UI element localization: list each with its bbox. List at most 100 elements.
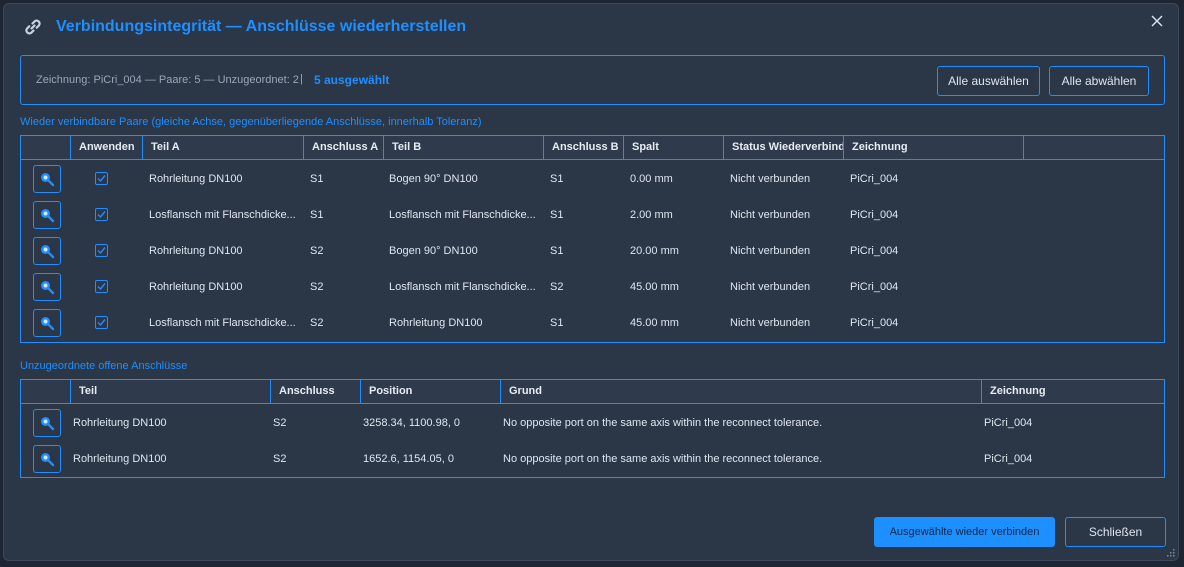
summary-separator: | <box>300 73 303 85</box>
link-icon <box>23 17 43 37</box>
zoom-to-button[interactable] <box>33 273 61 301</box>
column-header-part-a[interactable]: Teil A <box>143 136 304 159</box>
drawing-cell: PiCri_004 <box>850 173 899 185</box>
part-a-cell: Losflansch mit Flanschdicke... <box>149 317 296 329</box>
drawing-cell: PiCri_004 <box>984 453 1033 465</box>
table-row[interactable]: Rohrleitung DN100 S2 Bogen 90° DN100 S1 … <box>21 233 1164 269</box>
zoom-to-button[interactable] <box>33 309 61 337</box>
orphans-section-label: Unzugeordnete offene Anschlüsse <box>20 360 188 372</box>
column-header-apply[interactable]: Anwenden <box>71 136 143 159</box>
close-dialog-button[interactable]: Schließen <box>1065 517 1166 547</box>
port-b-cell: S2 <box>550 281 564 293</box>
port-a-cell: S2 <box>310 281 324 293</box>
checkmark-icon <box>97 319 106 327</box>
column-header-part-b[interactable]: Teil B <box>384 136 544 159</box>
zoom-icon <box>41 453 55 467</box>
checkmark-icon <box>97 247 106 255</box>
table-row[interactable]: Rohrleitung DN100 S1 Bogen 90° DN100 S1 … <box>21 161 1164 197</box>
drawing-cell: PiCri_004 <box>850 317 899 329</box>
apply-checkbox[interactable] <box>95 316 108 329</box>
zoom-to-button[interactable] <box>33 237 61 265</box>
part-a-cell: Rohrleitung DN100 <box>149 173 243 185</box>
column-header-part[interactable]: Teil <box>71 380 271 403</box>
apply-checkbox[interactable] <box>95 208 108 221</box>
drawing-cell: PiCri_004 <box>850 245 899 257</box>
table-row[interactable]: Losflansch mit Flanschdicke... S2 Rohrle… <box>21 305 1164 341</box>
table-row[interactable]: Rohrleitung DN100 S2 3258.34, 1100.98, 0… <box>21 405 1164 441</box>
column-header-status[interactable]: Status Wiederverbindung <box>724 136 844 159</box>
zoom-icon <box>41 317 55 331</box>
part-a-cell: Rohrleitung DN100 <box>149 245 243 257</box>
orphans-table: Teil Anschluss Position Grund Zeichnung … <box>20 379 1165 478</box>
part-cell: Rohrleitung DN100 <box>73 417 167 429</box>
zoom-to-button[interactable] <box>33 445 61 473</box>
apply-checkbox[interactable] <box>95 172 108 185</box>
reason-cell: No opposite port on the same axis within… <box>503 453 823 465</box>
resize-grip-icon[interactable] <box>1165 547 1175 557</box>
reconnect-selected-button[interactable]: Ausgewählte wieder verbinden <box>874 517 1055 547</box>
zoom-to-button[interactable] <box>33 201 61 229</box>
port-b-cell: S1 <box>550 245 564 257</box>
zoom-to-button[interactable] <box>33 165 61 193</box>
part-b-cell: Losflansch mit Flanschdicke... <box>389 209 536 221</box>
select-all-button[interactable]: Alle auswählen <box>937 66 1040 96</box>
reason-cell: No opposite port on the same axis within… <box>503 417 823 429</box>
summary-panel: Zeichnung: PiCri_004 — Paare: 5 — Unzuge… <box>20 55 1165 105</box>
part-cell: Rohrleitung DN100 <box>73 453 167 465</box>
status-cell: Nicht verbunden <box>730 209 811 221</box>
column-header-position[interactable]: Position <box>361 380 501 403</box>
table-row[interactable]: Losflansch mit Flanschdicke... S1 Losfla… <box>21 197 1164 233</box>
port-a-cell: S1 <box>310 209 324 221</box>
position-cell: 3258.34, 1100.98, 0 <box>363 417 461 429</box>
column-header-drawing[interactable]: Zeichnung <box>844 136 1024 159</box>
port-cell: S2 <box>273 453 287 465</box>
checkmark-icon <box>97 211 106 219</box>
gap-cell: 2.00 mm <box>630 209 673 221</box>
port-b-cell: S1 <box>550 173 564 185</box>
part-b-cell: Rohrleitung DN100 <box>389 317 483 329</box>
port-a-cell: S2 <box>310 317 324 329</box>
port-a-cell: S2 <box>310 245 324 257</box>
deselect-all-button[interactable]: Alle abwählen <box>1049 66 1149 96</box>
column-header-gap[interactable]: Spalt <box>624 136 724 159</box>
gap-cell: 45.00 mm <box>630 317 679 329</box>
position-cell: 1652.6, 1154.05, 0 <box>363 453 454 465</box>
column-header-port-b[interactable]: Anschluss B <box>544 136 624 159</box>
column-header-zoom[interactable] <box>21 136 71 159</box>
status-cell: Nicht verbunden <box>730 245 811 257</box>
status-cell: Nicht verbunden <box>730 281 811 293</box>
table-row[interactable]: Rohrleitung DN100 S2 Losflansch mit Flan… <box>21 269 1164 305</box>
column-header-port[interactable]: Anschluss <box>271 380 361 403</box>
zoom-icon <box>41 245 55 259</box>
drawing-cell: PiCri_004 <box>984 417 1033 429</box>
selected-count: 5 ausgewählt <box>314 73 390 87</box>
table-row[interactable]: Rohrleitung DN100 S2 1652.6, 1154.05, 0 … <box>21 441 1164 477</box>
status-cell: Nicht verbunden <box>730 173 811 185</box>
column-header-drawing[interactable]: Zeichnung <box>982 380 1164 403</box>
title-bar: Verbindungsintegrität — Anschlüsse wiede… <box>4 4 1178 50</box>
gap-cell: 20.00 mm <box>630 245 679 257</box>
part-b-cell: Bogen 90° DN100 <box>389 173 478 185</box>
zoom-to-button[interactable] <box>33 409 61 437</box>
zoom-icon <box>41 281 55 295</box>
part-a-cell: Losflansch mit Flanschdicke... <box>149 209 296 221</box>
pairs-table: Anwenden Teil A Anschluss A Teil B Ansch… <box>20 135 1165 343</box>
close-icon <box>1151 15 1163 27</box>
column-header-reason[interactable]: Grund <box>501 380 982 403</box>
zoom-icon <box>41 173 55 187</box>
pairs-section-label: Wieder verbindbare Paare (gleiche Achse,… <box>20 116 482 128</box>
column-header-zoom[interactable] <box>21 380 71 403</box>
checkmark-icon <box>97 283 106 291</box>
column-header-port-a[interactable]: Anschluss A <box>304 136 384 159</box>
checkmark-icon <box>97 175 106 183</box>
orphans-table-header: Teil Anschluss Position Grund Zeichnung <box>21 380 1164 404</box>
zoom-icon <box>41 209 55 223</box>
drawing-cell: PiCri_004 <box>850 209 899 221</box>
apply-checkbox[interactable] <box>95 244 108 257</box>
apply-checkbox[interactable] <box>95 280 108 293</box>
pairs-table-header: Anwenden Teil A Anschluss A Teil B Ansch… <box>21 136 1164 160</box>
port-a-cell: S1 <box>310 173 324 185</box>
close-button[interactable] <box>1146 10 1168 32</box>
zoom-icon <box>41 417 55 431</box>
part-b-cell: Losflansch mit Flanschdicke... <box>389 281 536 293</box>
